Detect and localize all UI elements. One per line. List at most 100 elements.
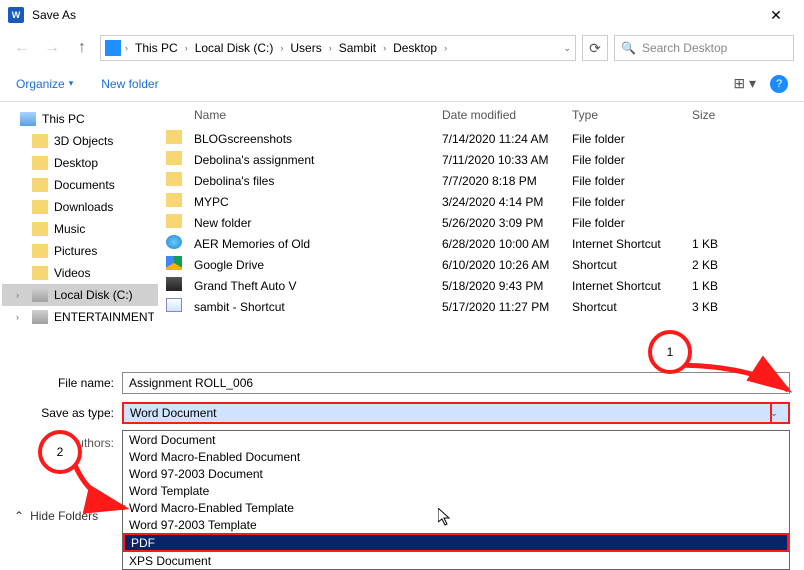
file-row[interactable]: Grand Theft Auto V5/18/2020 9:43 PMInter… — [160, 275, 804, 296]
file-date: 6/28/2020 10:00 AM — [436, 237, 566, 251]
file-size: 3 KB — [686, 300, 756, 314]
chevron-right-icon: › — [125, 43, 128, 53]
file-type: File folder — [566, 216, 686, 230]
file-date: 5/26/2020 3:09 PM — [436, 216, 566, 230]
folder-icon — [32, 244, 48, 258]
search-icon: 🔍 — [621, 41, 636, 55]
file-type: File folder — [566, 153, 686, 167]
file-row[interactable]: New folder5/26/2020 3:09 PMFile folder — [160, 212, 804, 233]
tree-item[interactable]: Pictures — [2, 240, 158, 262]
nav-up-icon[interactable]: ↑ — [70, 36, 94, 60]
file-size: 2 KB — [686, 258, 756, 272]
file-date: 5/18/2020 9:43 PM — [436, 279, 566, 293]
file-row[interactable]: MYPC3/24/2020 4:14 PMFile folder — [160, 191, 804, 212]
file-row[interactable]: sambit - Shortcut5/17/2020 11:27 PMShort… — [160, 296, 804, 317]
file-name-input[interactable]: Assignment ROLL_006 ⌄ — [122, 372, 790, 394]
breadcrumb-item[interactable]: Users — [287, 41, 324, 55]
folder-icon — [32, 156, 48, 170]
chevron-down-icon[interactable]: ⌄ — [563, 43, 571, 54]
file-row[interactable]: Google Drive6/10/2020 10:26 AMShortcut2 … — [160, 254, 804, 275]
ie-icon — [166, 235, 182, 249]
chevron-down-icon: ▾ — [69, 78, 74, 89]
nav-back-icon[interactable]: ← — [10, 36, 34, 60]
breadcrumb-item[interactable]: This PC — [132, 41, 181, 55]
breadcrumb-item[interactable]: Desktop — [390, 41, 440, 55]
chevron-right-icon: › — [444, 43, 447, 53]
column-headers: Name Date modified Type Size — [160, 102, 804, 128]
col-name[interactable]: Name — [188, 108, 436, 122]
file-name: New folder — [188, 216, 436, 230]
view-options-icon[interactable]: ⊞ ▾ — [733, 75, 756, 92]
type-option[interactable]: Word Document — [123, 431, 789, 448]
type-option[interactable]: Word 97-2003 Document — [123, 465, 789, 482]
organize-button[interactable]: Organize ▾ — [16, 77, 73, 91]
type-option[interactable]: Word Template — [123, 482, 789, 499]
type-option[interactable]: Word Macro-Enabled Document — [123, 448, 789, 465]
col-date[interactable]: Date modified — [436, 108, 566, 122]
file-type: Internet Shortcut — [566, 237, 686, 251]
pc-icon — [20, 112, 36, 126]
folder-icon — [166, 172, 182, 186]
file-date: 7/11/2020 10:33 AM — [436, 153, 566, 167]
folder-tree: This PC 3D Objects Desktop Documents Dow… — [0, 102, 160, 362]
file-row[interactable]: BLOGscreenshots7/14/2020 11:24 AMFile fo… — [160, 128, 804, 149]
file-name: BLOGscreenshots — [188, 132, 436, 146]
file-row[interactable]: Debolina's files7/7/2020 8:18 PMFile fol… — [160, 170, 804, 191]
pc-icon — [105, 40, 121, 56]
tree-item[interactable]: Music — [2, 218, 158, 240]
chevron-right-icon: › — [280, 43, 283, 53]
file-date: 7/14/2020 11:24 AM — [436, 132, 566, 146]
type-option[interactable]: Word Macro-Enabled Template — [123, 499, 789, 516]
folder-icon — [32, 134, 48, 148]
tree-item-local-disk[interactable]: ›Local Disk (C:) — [2, 284, 158, 306]
close-icon[interactable]: ✕ — [756, 7, 796, 24]
refresh-icon[interactable]: ⟳ — [582, 35, 608, 61]
window-title: Save As — [32, 8, 756, 22]
chevron-down-icon[interactable]: ⌄ — [767, 378, 783, 389]
tree-item[interactable]: Videos — [2, 262, 158, 284]
tree-root-this-pc[interactable]: This PC — [2, 108, 158, 130]
file-name: Grand Theft Auto V — [188, 279, 436, 293]
chevron-right-icon: › — [329, 43, 332, 53]
chevron-right-icon: › — [16, 290, 26, 300]
tree-item[interactable]: Desktop — [2, 152, 158, 174]
help-icon[interactable]: ? — [770, 75, 788, 93]
folder-icon — [166, 151, 182, 165]
gd-icon — [166, 256, 182, 270]
file-row[interactable]: Debolina's assignment7/11/2020 10:33 AMF… — [160, 149, 804, 170]
type-option[interactable]: Word 97-2003 Template — [123, 516, 789, 533]
tree-item[interactable]: Downloads — [2, 196, 158, 218]
breadcrumb-item[interactable]: Local Disk (C:) — [192, 41, 277, 55]
file-type: File folder — [566, 132, 686, 146]
file-size: 1 KB — [686, 279, 756, 293]
file-date: 6/10/2020 10:26 AM — [436, 258, 566, 272]
folder-icon — [32, 178, 48, 192]
tree-item[interactable]: 3D Objects — [2, 130, 158, 152]
new-folder-button[interactable]: New folder — [101, 77, 158, 91]
address-bar[interactable]: › This PC › Local Disk (C:) › Users › Sa… — [100, 35, 576, 61]
folder-icon — [166, 214, 182, 228]
hide-folders-button[interactable]: ⌃ Hide Folders — [14, 509, 98, 523]
chevron-down-icon[interactable]: ⌄ — [766, 408, 782, 419]
tree-item[interactable]: ›ENTERTAINMENT — [2, 306, 158, 328]
col-type[interactable]: Type — [566, 108, 686, 122]
tree-item[interactable]: Documents — [2, 174, 158, 196]
folder-icon — [32, 222, 48, 236]
search-input[interactable]: 🔍 Search Desktop — [614, 35, 794, 61]
gta-icon — [166, 277, 182, 291]
file-type: Shortcut — [566, 258, 686, 272]
nav-forward-icon[interactable]: → — [40, 36, 64, 60]
folder-icon — [32, 266, 48, 280]
type-option[interactable]: XPS Document — [123, 552, 789, 569]
file-name: sambit - Shortcut — [188, 300, 436, 314]
file-type: Shortcut — [566, 300, 686, 314]
type-option[interactable]: PDF — [123, 533, 789, 552]
breadcrumb-item[interactable]: Sambit — [336, 41, 379, 55]
folder-icon — [166, 130, 182, 144]
save-as-type-dropdown[interactable]: Word Document ⌄ — [122, 402, 790, 424]
file-name: Google Drive — [188, 258, 436, 272]
file-row[interactable]: AER Memories of Old6/28/2020 10:00 AMInt… — [160, 233, 804, 254]
folder-icon — [166, 193, 182, 207]
file-type: Internet Shortcut — [566, 279, 686, 293]
col-size[interactable]: Size — [686, 108, 756, 122]
